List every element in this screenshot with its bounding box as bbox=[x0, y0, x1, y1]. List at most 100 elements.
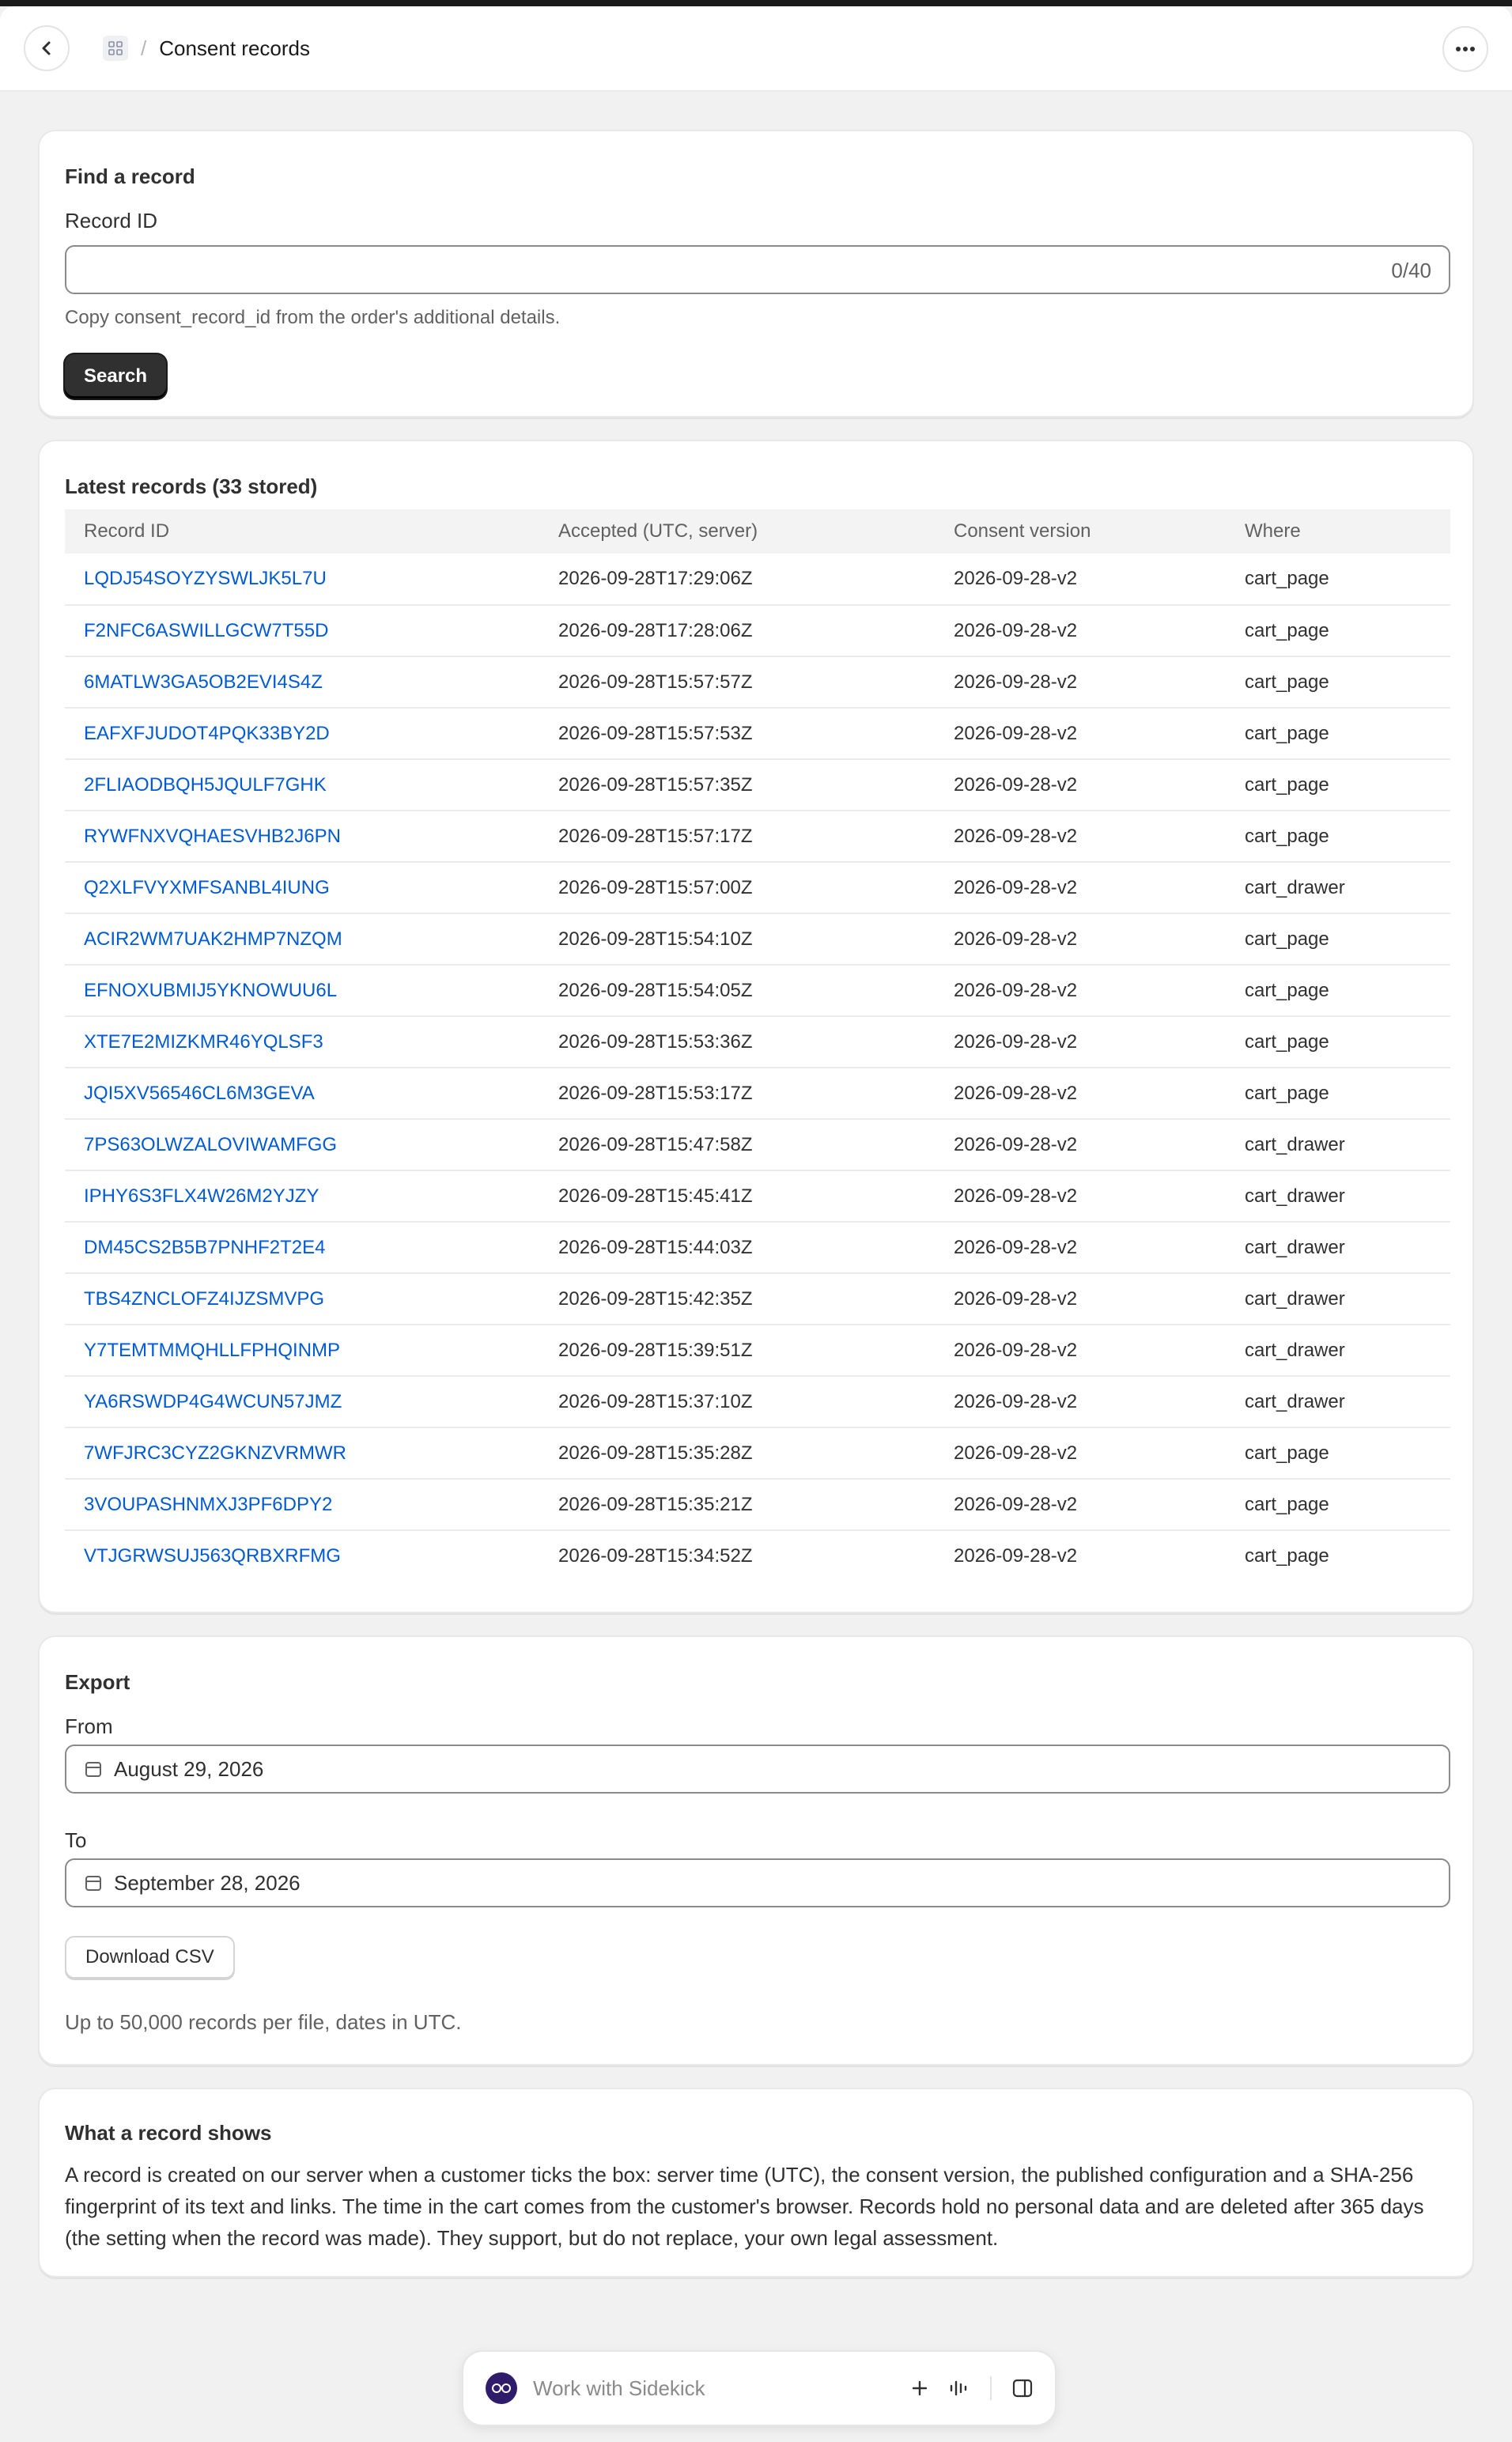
consent-version: 2026-09-28-v2 bbox=[954, 1185, 1078, 1207]
consent-version: 2026-09-28-v2 bbox=[954, 1030, 1078, 1053]
consent-version: 2026-09-28-v2 bbox=[954, 1082, 1078, 1104]
back-button[interactable] bbox=[24, 25, 70, 71]
page-title: Consent records bbox=[159, 36, 310, 60]
latest-records-card: Latest records (33 stored) Record ID Acc… bbox=[38, 440, 1474, 1613]
export-card: Export From August 29, 2026 To September… bbox=[38, 1635, 1474, 2066]
from-date-field[interactable]: August 29, 2026 bbox=[65, 1745, 1450, 1794]
record-id-input[interactable]: 0/40 bbox=[65, 245, 1450, 294]
table-row: DM45CS2B5B7PNHF2T2E4 2026-09-28T15:44:03Z… bbox=[65, 1222, 1450, 1273]
sidekick-input[interactable]: Work with Sidekick bbox=[533, 2376, 890, 2401]
where-location: cart_page bbox=[1245, 1545, 1329, 1567]
where-location: cart_drawer bbox=[1245, 1185, 1345, 1207]
consent-version: 2026-09-28-v2 bbox=[954, 1545, 1078, 1567]
accepted-time: 2026-09-28T17:29:06Z bbox=[558, 568, 753, 589]
more-horizontal-icon bbox=[1456, 47, 1475, 51]
where-location: cart_page bbox=[1245, 1082, 1329, 1104]
record-info-card: What a record shows A record is created … bbox=[38, 2088, 1474, 2278]
accepted-time: 2026-09-28T15:45:41Z bbox=[558, 1185, 753, 1207]
record-id-link[interactable]: F2NFC6ASWILLGCW7T55D bbox=[65, 605, 539, 656]
where-location: cart_drawer bbox=[1245, 1133, 1345, 1155]
record-id-help-text: Copy consent_record_id from the order's … bbox=[65, 307, 561, 328]
table-row: YA6RSWDP4G4WCUN57JMZ 2026-09-28T15:37:10Z… bbox=[65, 1376, 1450, 1427]
consent-version: 2026-09-28-v2 bbox=[954, 1236, 1078, 1258]
accepted-time: 2026-09-28T15:42:35Z bbox=[558, 1287, 753, 1310]
consent-version: 2026-09-28-v2 bbox=[954, 825, 1078, 847]
record-id-link[interactable]: ACIR2WM7UAK2HMP7NZQM bbox=[65, 913, 539, 965]
where-location: cart_page bbox=[1245, 1442, 1329, 1464]
table-row: RYWFNXVQHAESVHB2J6PN 2026-09-28T15:57:17Z… bbox=[65, 811, 1450, 862]
accepted-time: 2026-09-28T15:54:05Z bbox=[558, 979, 753, 1001]
where-location: cart_page bbox=[1245, 1030, 1329, 1053]
download-csv-button[interactable]: Download CSV bbox=[65, 1936, 235, 1979]
accepted-time: 2026-09-28T15:35:28Z bbox=[558, 1442, 753, 1464]
sidekick-avatar-icon bbox=[486, 2372, 517, 2404]
table-row: ACIR2WM7UAK2HMP7NZQM 2026-09-28T15:54:10Z… bbox=[65, 913, 1450, 965]
record-id-link[interactable]: TBS4ZNCLOFZ4IJZSMVPG bbox=[65, 1273, 539, 1325]
sidebar-panel-icon[interactable] bbox=[1012, 2379, 1033, 2398]
app-grid-icon[interactable] bbox=[103, 36, 128, 61]
record-id-link[interactable]: 3VOUPASHNMXJ3PF6DPY2 bbox=[65, 1479, 539, 1530]
where-location: cart_drawer bbox=[1245, 876, 1345, 898]
record-id-link[interactable]: XTE7E2MIZKMR46YQLSF3 bbox=[65, 1016, 539, 1068]
export-note: Up to 50,000 records per file, dates in … bbox=[65, 2010, 462, 2034]
record-id-link[interactable]: VTJGRWSUJ563QRBXRFMG bbox=[65, 1530, 539, 1582]
export-title: Export bbox=[65, 1670, 130, 1694]
column-header-where: Where bbox=[1245, 520, 1301, 542]
window-top-strip bbox=[0, 0, 1512, 6]
record-id-link[interactable]: 7WFJRC3CYZ2GKNZVRMWR bbox=[65, 1427, 539, 1479]
record-id-link[interactable]: IPHY6S3FLX4W26M2YJZY bbox=[65, 1170, 539, 1222]
column-header-accepted: Accepted (UTC, server) bbox=[558, 520, 758, 542]
accepted-time: 2026-09-28T17:28:06Z bbox=[558, 619, 753, 641]
plus-icon[interactable] bbox=[911, 2380, 928, 2397]
record-id-link[interactable]: 2FLIAODBQH5JQULF7GHK bbox=[65, 759, 539, 811]
table-row: Q2XLFVYXMFSANBL4IUNG 2026-09-28T15:57:00Z… bbox=[65, 862, 1450, 913]
record-id-link[interactable]: EFNOXUBMIJ5YKNOWUU6L bbox=[65, 965, 539, 1016]
column-header-record-id: Record ID bbox=[84, 520, 170, 542]
record-id-link[interactable]: 6MATLW3GA5OB2EVI4S4Z bbox=[65, 656, 539, 708]
consent-version: 2026-09-28-v2 bbox=[954, 876, 1078, 898]
table-header-row: Record ID Accepted (UTC, server) Consent… bbox=[65, 509, 1450, 554]
table-row: TBS4ZNCLOFZ4IJZSMVPG 2026-09-28T15:42:35Z… bbox=[65, 1273, 1450, 1325]
to-date-field[interactable]: September 28, 2026 bbox=[65, 1858, 1450, 1907]
latest-records-title: Latest records (33 stored) bbox=[65, 474, 318, 498]
records-table: Record ID Accepted (UTC, server) Consent… bbox=[65, 509, 1450, 1582]
accepted-time: 2026-09-28T15:37:10Z bbox=[558, 1390, 753, 1412]
accepted-time: 2026-09-28T15:57:53Z bbox=[558, 722, 753, 744]
record-id-link[interactable]: YA6RSWDP4G4WCUN57JMZ bbox=[65, 1376, 539, 1427]
accepted-time: 2026-09-28T15:57:00Z bbox=[558, 876, 753, 898]
more-actions-button[interactable] bbox=[1442, 26, 1488, 72]
consent-version: 2026-09-28-v2 bbox=[954, 1287, 1078, 1310]
record-id-link[interactable]: EAFXFJUDOT4PQK33BY2D bbox=[65, 708, 539, 759]
record-id-link[interactable]: Q2XLFVYXMFSANBL4IUNG bbox=[65, 862, 539, 913]
consent-version: 2026-09-28-v2 bbox=[954, 722, 1078, 744]
record-id-link[interactable]: Y7TEMTMMQHLLFPHQINMP bbox=[65, 1325, 539, 1376]
consent-version: 2026-09-28-v2 bbox=[954, 1493, 1078, 1515]
accepted-time: 2026-09-28T15:35:21Z bbox=[558, 1493, 753, 1515]
accepted-time: 2026-09-28T15:53:36Z bbox=[558, 1030, 753, 1053]
from-date-value: August 29, 2026 bbox=[114, 1756, 264, 1781]
where-location: cart_page bbox=[1245, 568, 1329, 589]
from-date-label: From bbox=[65, 1714, 113, 1738]
record-id-link[interactable]: RYWFNXVQHAESVHB2J6PN bbox=[65, 811, 539, 862]
where-location: cart_page bbox=[1245, 825, 1329, 847]
sidekick-bar[interactable]: Work with Sidekick bbox=[462, 2350, 1057, 2426]
to-date-value: September 28, 2026 bbox=[114, 1870, 301, 1895]
record-id-link[interactable]: LQDJ54SOYZYSWLJK5L7U bbox=[65, 554, 539, 605]
record-id-link[interactable]: JQI5XV56546CL6M3GEVA bbox=[65, 1068, 539, 1119]
record-info-text: A record is created on our server when a… bbox=[65, 2163, 1424, 2250]
record-id-link[interactable]: 7PS63OLWZALOVIWAMFGG bbox=[65, 1119, 539, 1170]
record-id-link[interactable]: DM45CS2B5B7PNHF2T2E4 bbox=[65, 1222, 539, 1273]
back-arrow-icon bbox=[42, 41, 51, 55]
search-button[interactable]: Search bbox=[65, 354, 167, 399]
table-row: XTE7E2MIZKMR46YQLSF3 2026-09-28T15:53:36Z… bbox=[65, 1016, 1450, 1068]
table-row: Y7TEMTMMQHLLFPHQINMP 2026-09-28T15:39:51Z… bbox=[65, 1325, 1450, 1376]
accepted-time: 2026-09-28T15:34:52Z bbox=[558, 1545, 753, 1567]
page-header: / Consent records bbox=[0, 6, 1512, 92]
consent-version: 2026-09-28-v2 bbox=[954, 1442, 1078, 1464]
voice-icon[interactable] bbox=[949, 2379, 970, 2398]
character-counter: 0/40 bbox=[1391, 259, 1431, 282]
where-location: cart_page bbox=[1245, 619, 1329, 641]
accepted-time: 2026-09-28T15:44:03Z bbox=[558, 1236, 753, 1258]
table-row: EAFXFJUDOT4PQK33BY2D 2026-09-28T15:57:53Z… bbox=[65, 708, 1450, 759]
where-location: cart_drawer bbox=[1245, 1287, 1345, 1310]
